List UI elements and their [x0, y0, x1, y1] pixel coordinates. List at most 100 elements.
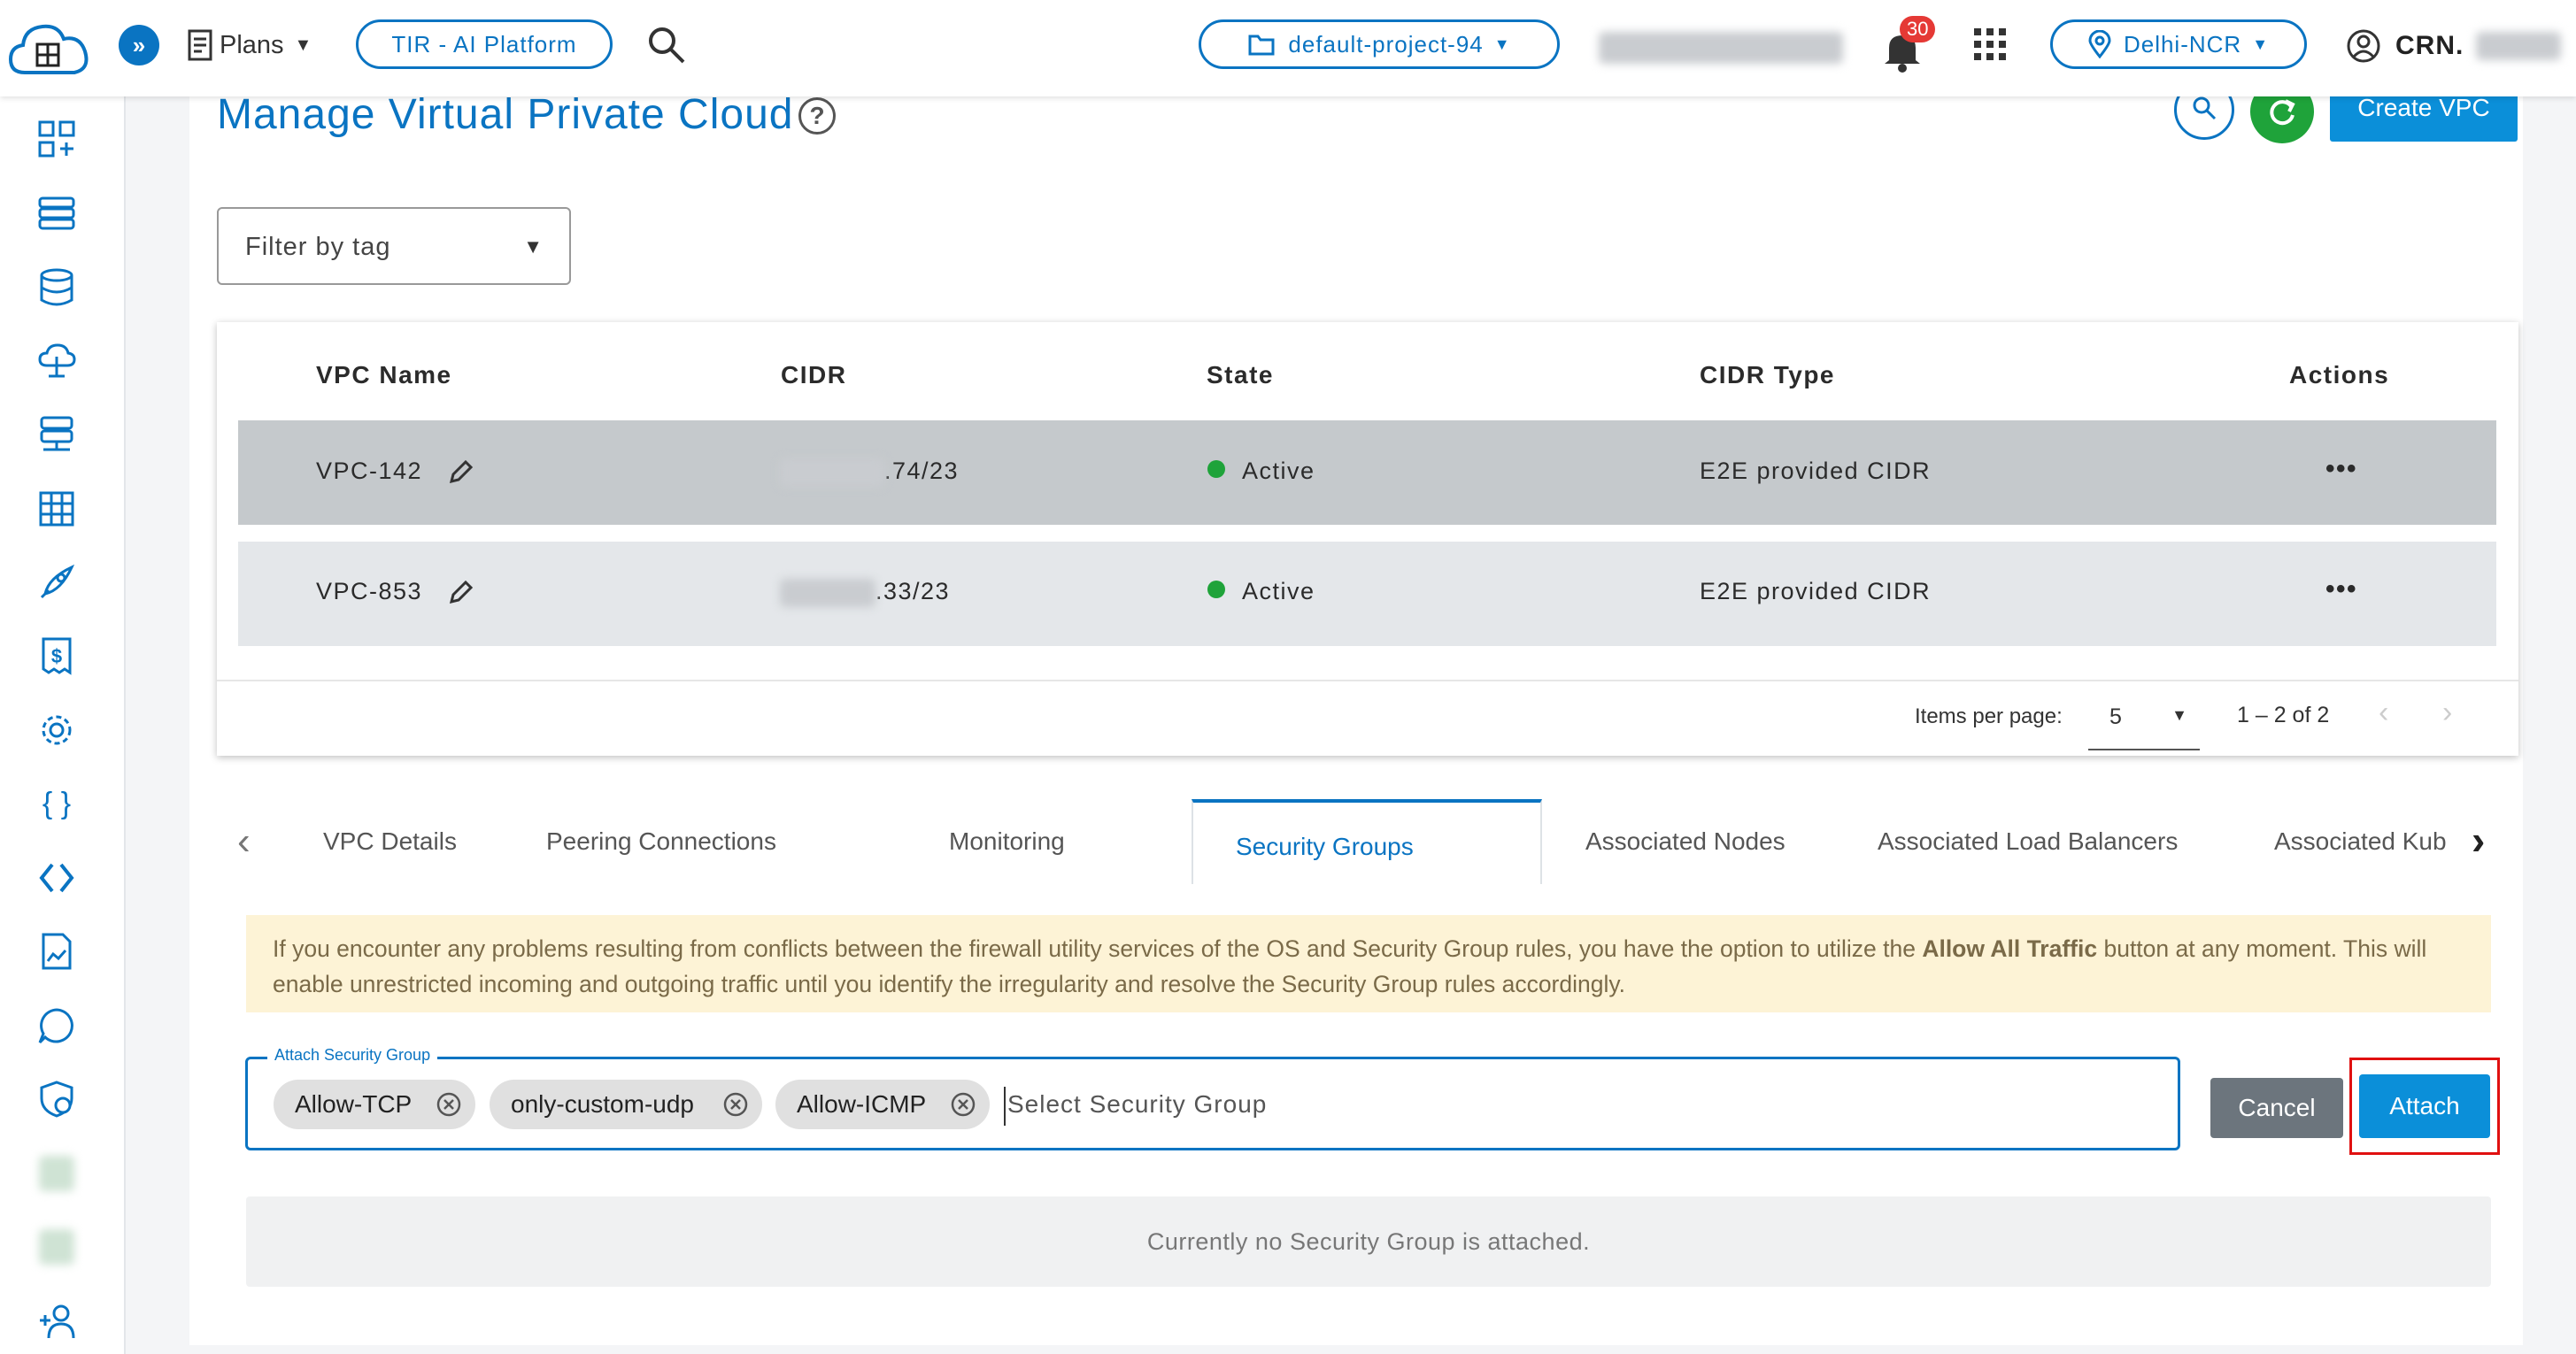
tab-vpc-details[interactable]: VPC Details [323, 827, 457, 856]
tab-monitoring[interactable]: Monitoring [949, 827, 1065, 856]
curly-braces-icon[interactable]: { } [34, 781, 80, 827]
project-selector-label: default-project-94 [1288, 30, 1484, 58]
page-title-text: Manage Virtual Private Cloud [217, 91, 794, 138]
account-name-redacted [1599, 32, 1843, 64]
caret-down-icon: ▼ [523, 235, 543, 258]
remove-chip-icon[interactable] [951, 1092, 976, 1117]
sidebar: $ { } [0, 96, 126, 1354]
grid-table-icon[interactable] [34, 486, 80, 532]
security-group-chip: Allow-ICMP [775, 1080, 990, 1129]
caret-down-icon: ▼ [2171, 706, 2187, 724]
column-header-cidr-type: CIDR Type [1700, 361, 1835, 389]
attach-label: Attach [2389, 1092, 2460, 1119]
attach-button[interactable]: Attach [2359, 1074, 2490, 1138]
chip-label: Allow-ICMP [797, 1090, 927, 1118]
security-group-chip: only-custom-udp [490, 1080, 762, 1129]
security-group-chip: Allow-TCP [274, 1080, 475, 1129]
next-page-chevron-icon[interactable]: › [2442, 696, 2452, 730]
help-circle-icon[interactable]: ? [798, 97, 836, 135]
add-user-icon[interactable] [34, 1298, 80, 1344]
project-selector[interactable]: default-project-94 ▼ [1199, 19, 1560, 69]
page-range-label: 1 – 2 of 2 [2237, 703, 2330, 727]
billing-icon[interactable]: $ [34, 633, 80, 679]
firewall-notice: If you encounter any problems resulting … [246, 915, 2491, 1012]
tab-associated-kubernetes[interactable]: Associated Kub [2274, 827, 2456, 863]
blurred-menu-icon[interactable] [34, 1224, 80, 1270]
empty-state-text: Currently no Security Group is attached. [1146, 1227, 1591, 1255]
region-selector-label: Delhi-NCR [2123, 30, 2242, 58]
allow-all-traffic-text: Allow All Traffic [1922, 935, 2098, 962]
page-title: Manage Virtual Private Cloud [217, 90, 793, 139]
tabs-scroll-left-chevron-icon[interactable]: ‹ [237, 819, 251, 864]
edit-pencil-icon[interactable] [447, 458, 475, 486]
caret-down-icon: ▼ [2252, 35, 2270, 53]
region-selector[interactable]: Delhi-NCR ▼ [2050, 19, 2307, 69]
more-actions-icon[interactable]: ••• [2325, 454, 2357, 484]
tabs-scroll-right-chevron-icon[interactable]: › [2472, 816, 2485, 864]
create-vpc-label: Create VPC [2357, 94, 2490, 121]
cidr-value: .33/23 [780, 578, 950, 607]
e2e-cloud-logo[interactable] [7, 18, 92, 80]
rocket-icon[interactable] [34, 559, 80, 605]
page-size-value: 5 [2109, 704, 2122, 729]
plans-label: Plans [220, 30, 284, 59]
settings-gear-icon[interactable] [34, 707, 80, 753]
chat-support-icon[interactable] [34, 1003, 80, 1049]
user-menu[interactable]: CRN. [2346, 27, 2562, 65]
security-group-search-input[interactable]: Select Security Group [1004, 1087, 2156, 1126]
column-header-actions: Actions [2289, 361, 2390, 389]
expand-sidebar-button[interactable]: » [119, 25, 159, 65]
column-header-cidr: CIDR [781, 361, 847, 389]
tab-associated-nodes[interactable]: Associated Nodes [1585, 827, 1785, 856]
location-pin-icon [2088, 30, 2111, 58]
search-icon[interactable] [644, 23, 687, 65]
security-shield-icon[interactable] [34, 1076, 80, 1122]
database-icon[interactable] [34, 265, 80, 311]
security-group-placeholder: Select Security Group [1007, 1090, 1268, 1118]
file-chart-icon[interactable] [34, 928, 80, 974]
cidr-suffix: .74/23 [884, 458, 960, 484]
more-actions-icon[interactable]: ••• [2325, 574, 2357, 604]
cidr-redacted [780, 578, 875, 607]
vpc-name: VPC-853 [316, 578, 423, 604]
remove-chip-icon[interactable] [723, 1092, 748, 1117]
blurred-menu-icon[interactable] [34, 1150, 80, 1196]
notice-text-before: If you encounter any problems resulting … [273, 935, 1923, 962]
tir-ai-platform-button[interactable]: TIR - AI Platform [356, 19, 613, 69]
edit-pencil-icon[interactable] [447, 578, 475, 606]
tab-security-groups[interactable]: Security Groups [1192, 799, 1542, 884]
column-header-vpc-name: VPC Name [316, 361, 452, 389]
page-size-select[interactable]: 5 ▼ [2088, 685, 2200, 750]
notifications-button[interactable]: 30 [1882, 16, 1944, 74]
apps-grid-icon[interactable] [1974, 28, 2006, 60]
tab-peering-connections[interactable]: Peering Connections [546, 827, 776, 856]
table-paginator: Items per page: 5 ▼ 1 – 2 of 2 ‹ › [217, 680, 2518, 752]
filter-by-tag-select[interactable]: Filter by tag ▼ [217, 207, 571, 285]
prev-page-chevron-icon[interactable]: ‹ [2379, 696, 2388, 730]
double-chevron-right-icon: » [132, 31, 146, 58]
items-per-page-label: Items per page: [1915, 704, 2063, 728]
empty-state: Currently no Security Group is attached. [246, 1196, 2491, 1287]
cidr-type-value: E2E provided CIDR [1700, 458, 1932, 484]
state-value: Active [1242, 578, 1315, 604]
remove-chip-icon[interactable] [436, 1092, 461, 1117]
plans-menu[interactable]: Plans ▼ [186, 25, 312, 65]
cidr-redacted [780, 458, 884, 487]
state-value: Active [1242, 458, 1315, 484]
svg-text:$: $ [51, 645, 62, 667]
cancel-button[interactable]: Cancel [2210, 1078, 2343, 1138]
refresh-icon [2270, 99, 2295, 126]
tab-associated-load-balancers[interactable]: Associated Load Balancers [1878, 827, 2178, 856]
status-dot [1207, 460, 1225, 478]
user-label: CRN. [2395, 31, 2464, 60]
cloud-upload-icon[interactable] [34, 338, 80, 384]
notification-count-badge: 30 [1900, 16, 1936, 42]
server-icon[interactable] [34, 190, 80, 236]
user-id-redacted [2476, 32, 2562, 60]
table-row[interactable]: VPC-853 .33/23 Active E2E provided CIDR … [238, 542, 2496, 646]
vpc-name: VPC-142 [316, 458, 423, 484]
network-server-icon[interactable] [34, 412, 80, 458]
dashboard-icon[interactable] [34, 116, 80, 162]
code-brackets-icon[interactable] [34, 855, 80, 901]
table-row[interactable]: VPC-142 .74/23 Active E2E provided CIDR … [238, 420, 2496, 525]
